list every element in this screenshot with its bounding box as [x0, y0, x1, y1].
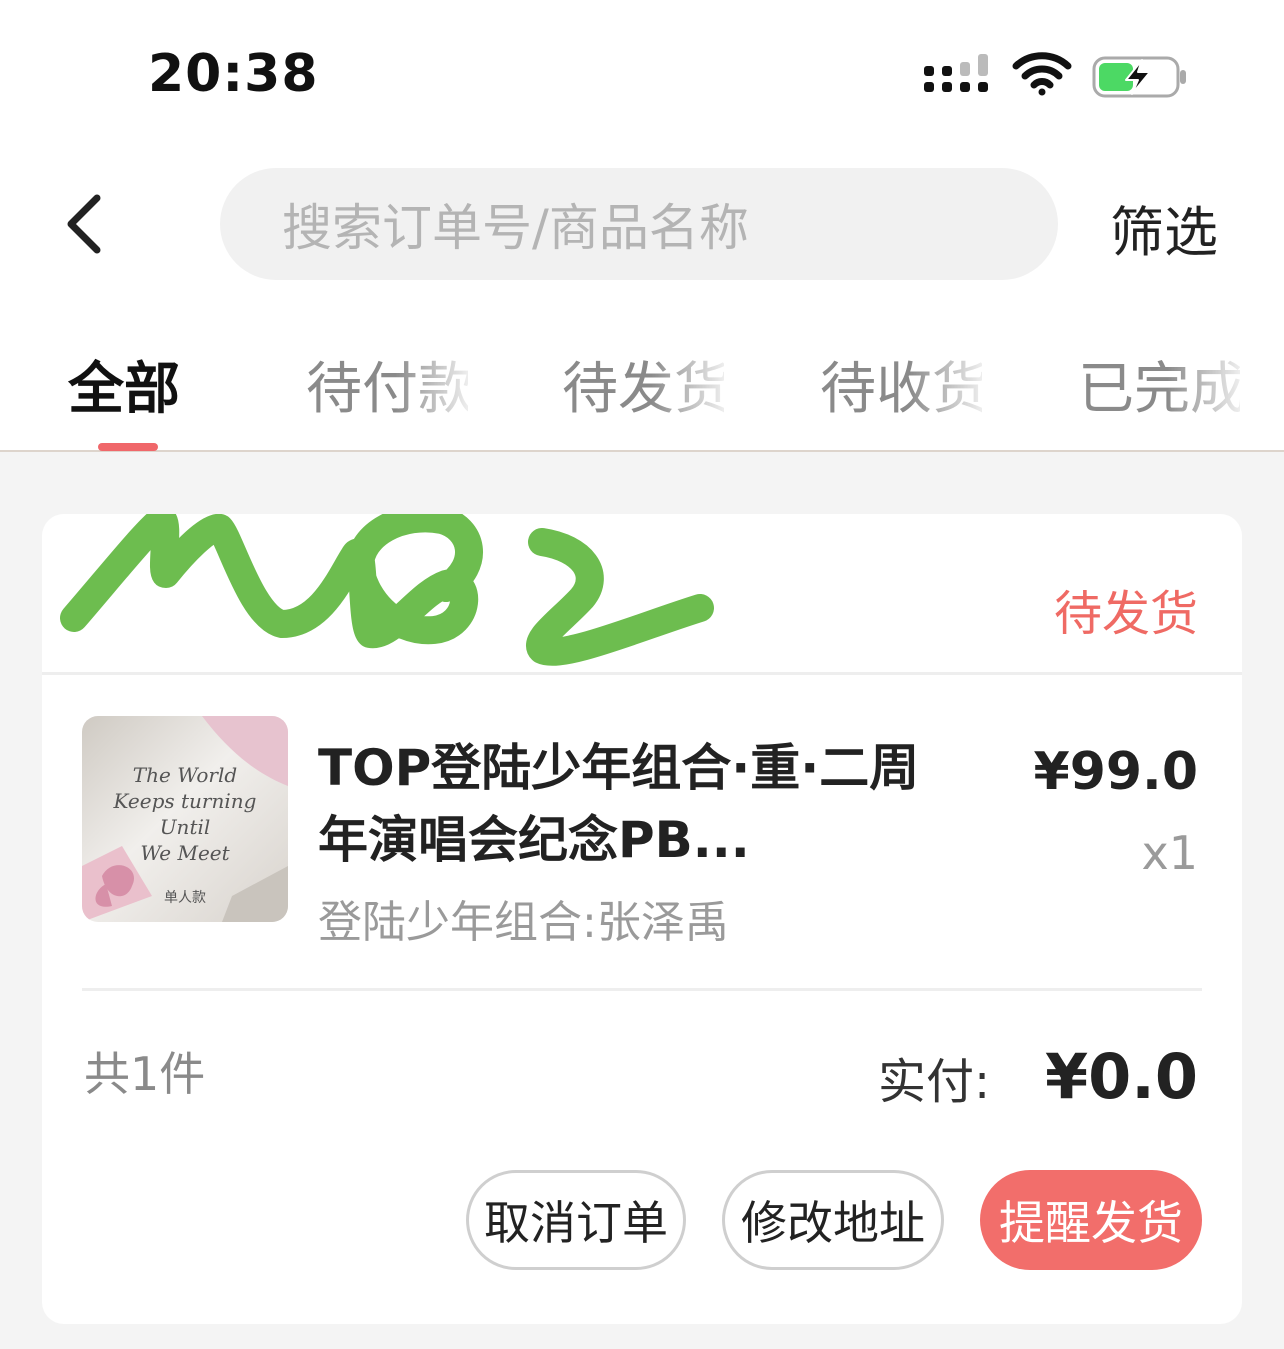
paid-label: 实付:	[878, 1054, 991, 1110]
svg-text:The World: The World	[133, 763, 237, 787]
thumbnail-caption: 单人款	[164, 890, 206, 906]
tab-pending-shipment[interactable]: 待发货	[562, 344, 724, 425]
back-button[interactable]	[50, 182, 120, 266]
chevron-left-icon	[67, 194, 101, 254]
product-image: The World Keeps turning Until We Meet 单人…	[82, 716, 288, 922]
cancel-order-button[interactable]: 取消订单	[466, 1170, 686, 1270]
svg-text:We Meet: We Meet	[140, 841, 230, 865]
active-tab-indicator	[98, 443, 158, 451]
item-count: 共1件	[84, 1047, 206, 1101]
inner-divider	[82, 988, 1202, 991]
product-quantity: x1	[1141, 826, 1199, 880]
product-thumbnail[interactable]: The World Keeps turning Until We Meet 单人…	[82, 716, 288, 922]
tab-completed[interactable]: 已完成	[1078, 344, 1240, 425]
order-list-page: 20:38 搜索订单号/商品名称 筛选 全部 待付款 待发货 待收货 已完成 待…	[0, 0, 1284, 1349]
card-divider	[42, 672, 1242, 675]
status-time: 20:38	[148, 44, 319, 104]
paid-amount: ¥0.0	[1045, 1040, 1198, 1113]
svg-text:Until: Until	[160, 815, 211, 839]
svg-text:Keeps turning: Keeps turning	[113, 789, 257, 813]
remind-shipping-button[interactable]: 提醒发货	[980, 1170, 1202, 1270]
tab-pending-payment[interactable]: 待付款	[306, 344, 468, 425]
battery-charging-icon	[1092, 56, 1186, 98]
order-status: 待发货	[1053, 586, 1198, 642]
cellular-signal-icon	[924, 54, 988, 92]
header-area: 20:38 搜索订单号/商品名称 筛选 全部 待付款 待发货 待收货 已完成	[0, 0, 1284, 452]
modify-address-button[interactable]: 修改地址	[722, 1170, 944, 1270]
order-card[interactable]: 待发货 The World Keeps turning Until We Mee…	[42, 514, 1242, 1324]
product-name[interactable]: TOP登陆少年组合·重·二周年演唱会纪念PB...	[318, 732, 938, 876]
search-input[interactable]: 搜索订单号/商品名称	[220, 168, 1058, 280]
product-spec: 登陆少年组合:张泽禹	[318, 897, 729, 948]
wifi-icon	[1012, 52, 1072, 96]
tab-pending-receipt[interactable]: 待收货	[820, 344, 982, 425]
tab-all[interactable]: 全部	[68, 344, 180, 425]
filter-button[interactable]: 筛选	[1110, 188, 1218, 267]
product-price: ¥99.0	[1033, 742, 1198, 802]
search-placeholder: 搜索订单号/商品名称	[282, 199, 749, 257]
